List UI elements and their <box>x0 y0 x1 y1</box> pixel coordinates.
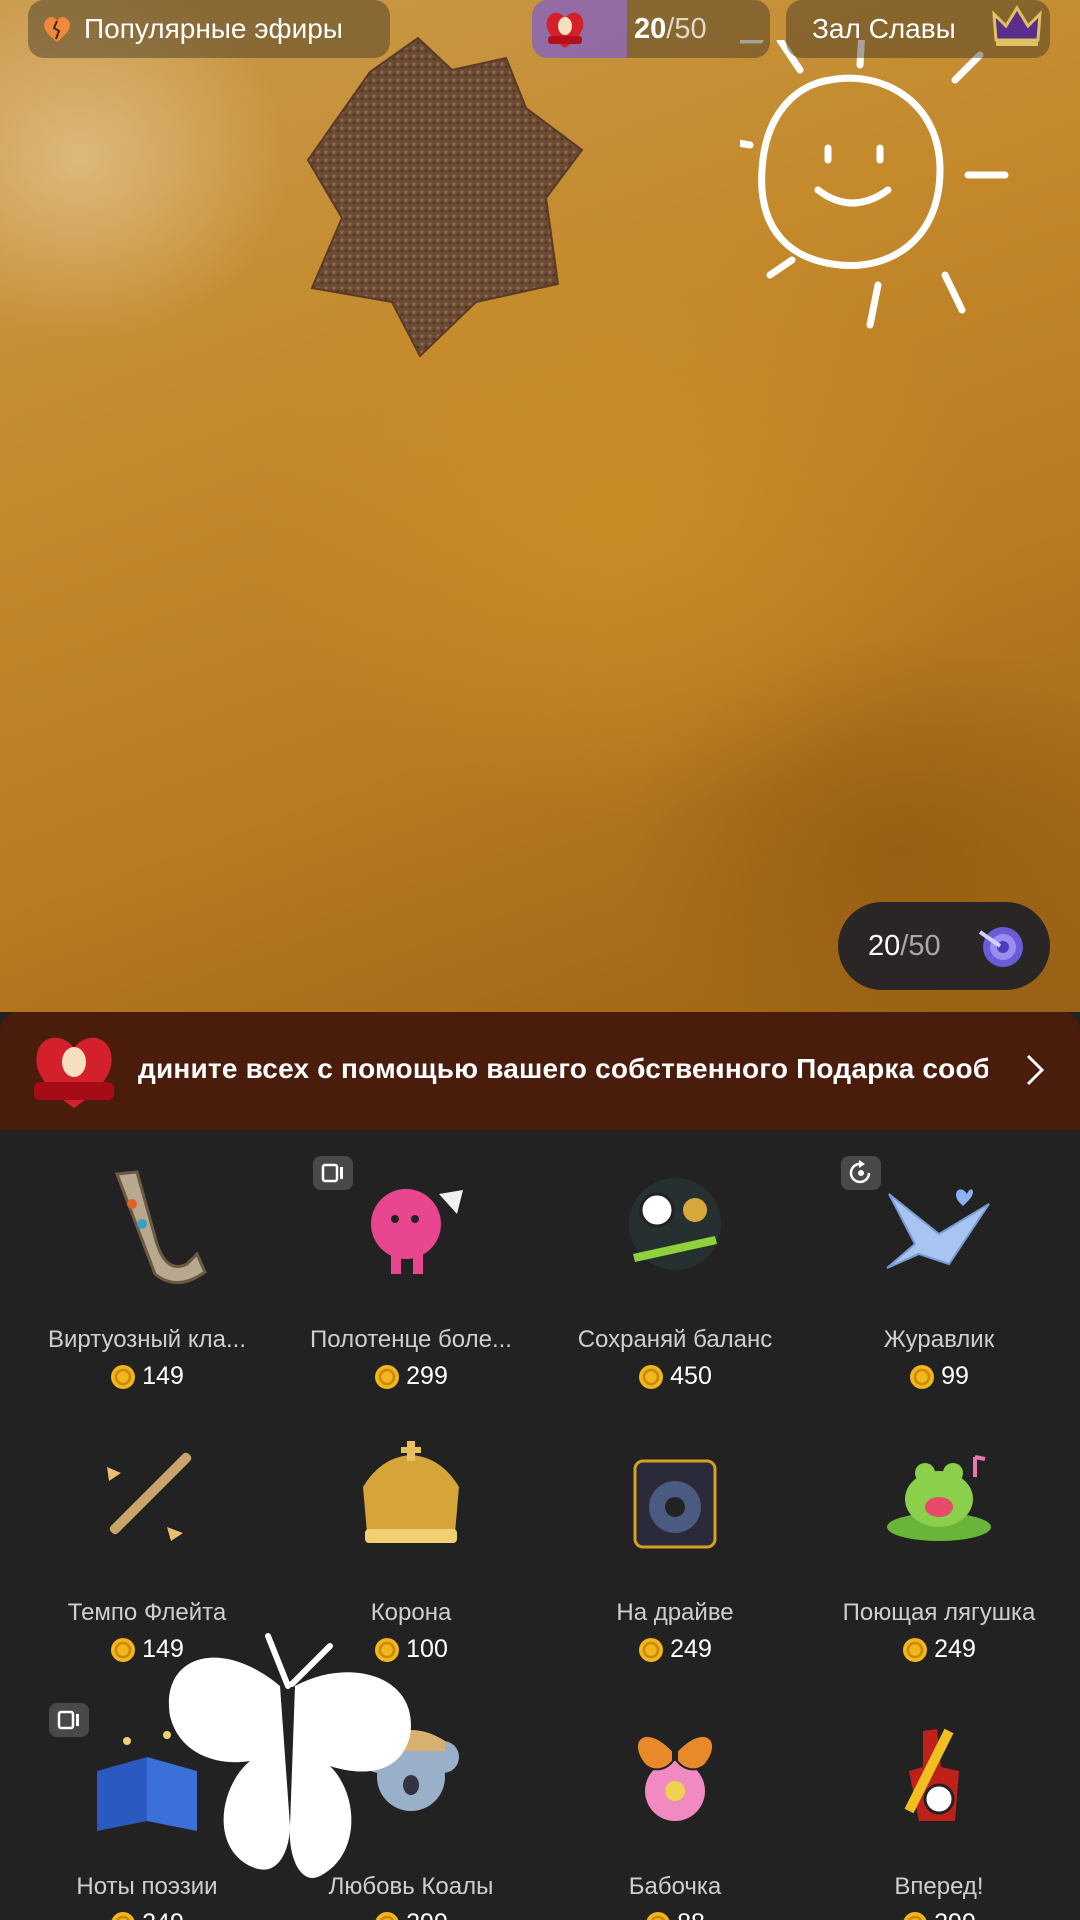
gift-name: Поющая лягушка <box>842 1599 1036 1626</box>
purple-crown-icon <box>992 5 1042 46</box>
banner-message: динитe всех с помощью вашего собственног… <box>138 1053 988 1084</box>
popular-lives-label: Популярные эфиры <box>84 13 343 44</box>
goal-widget[interactable]: 20/50 <box>838 902 1050 990</box>
gift-price: 99 <box>807 1362 1071 1391</box>
gift-item[interactable]: Поющая лягушка 249 <box>807 1403 1071 1663</box>
coin-icon <box>111 1911 135 1920</box>
gift-name: Журавлик <box>883 1326 995 1353</box>
coin-icon <box>639 1637 664 1662</box>
target-icon <box>978 927 1023 967</box>
flute-icon <box>107 1452 192 1541</box>
gift-item[interactable]: Бабочка 88 <box>543 1677 807 1920</box>
gift-item[interactable]: Журавлик 99 <box>807 1130 1071 1390</box>
live-video[interactable]: Популярные эфиры 20/50 Зал Славы 20/50 <box>0 0 1080 1012</box>
goal-count: 20/50 <box>634 13 707 46</box>
goal-count-value: 20 <box>634 12 667 45</box>
goal-count-total: /50 <box>666 12 707 45</box>
gift-name: Темпо Флейта <box>67 1599 227 1626</box>
gift-price: 249 <box>543 1635 807 1664</box>
coin-icon <box>903 1911 927 1920</box>
gift-price: 149 <box>15 1362 279 1391</box>
gift-name: Виртуозный кла... <box>48 1326 246 1353</box>
rye-cracker-image <box>306 36 584 358</box>
refresh-icon <box>841 1156 881 1190</box>
coin-icon <box>111 1637 136 1662</box>
coin-icon <box>903 1637 928 1662</box>
coin-icon <box>111 1364 136 1389</box>
video-icon <box>49 1703 89 1737</box>
gift-price-value: 149 <box>142 1362 184 1390</box>
gift-item[interactable]: Виртуозный кла... 149 <box>15 1130 279 1390</box>
gift-name: Корона <box>370 1599 452 1626</box>
makushka-logo <box>34 1037 114 1108</box>
video-icon <box>313 1156 353 1190</box>
goal-widget-total: /50 <box>900 929 941 962</box>
chevron-right-icon[interactable] <box>1024 1052 1046 1088</box>
sun-doodle <box>740 40 1009 329</box>
hall-of-fame-label: Зал Славы <box>812 13 956 44</box>
gift-item[interactable]: Сохраняй баланс 450 <box>543 1130 807 1390</box>
amplifier-icon <box>633 1459 717 1549</box>
crown-icon <box>363 1441 459 1543</box>
saxophone-icon <box>114 1170 207 1284</box>
promo-banner[interactable]: динитe всех с помощью вашего собственног… <box>0 1012 1080 1130</box>
gift-price-value: 299 <box>934 1909 976 1920</box>
gift-name: Вперед! <box>894 1873 984 1900</box>
broken-heart-icon <box>44 17 70 42</box>
coin-icon <box>639 1364 664 1389</box>
balance-ball-icon <box>629 1178 721 1270</box>
butterfly-flower-icon <box>635 1734 715 1821</box>
popular-lives-button[interactable]: Популярные эфиры <box>28 0 390 58</box>
gift-price-value: 249 <box>934 1635 976 1663</box>
gift-price: 88 <box>543 1909 807 1920</box>
pink-ball-towel-icon <box>371 1189 463 1274</box>
frog-icon <box>887 1455 991 1541</box>
gift-price: 249 <box>807 1635 1071 1664</box>
paper-crane-icon <box>886 1189 990 1269</box>
goal-widget-count: 20 <box>868 929 901 962</box>
gift-name: Бабочка <box>628 1873 722 1900</box>
goal-progress-button[interactable]: 20/50 <box>532 0 770 58</box>
gift-item[interactable]: На драйве 249 <box>543 1403 807 1663</box>
gift-price-value: 88 <box>677 1909 705 1920</box>
gift-name: На драйве <box>616 1599 734 1626</box>
gift-price-value: 299 <box>406 1362 448 1390</box>
hall-of-fame-button[interactable]: Зал Славы <box>786 0 1050 58</box>
coin-icon <box>375 1364 400 1389</box>
gift-name: Сохраняй баланс <box>577 1326 773 1353</box>
gift-price: 450 <box>543 1362 807 1391</box>
butterfly-doodle <box>168 1633 411 1878</box>
gift-name: Полотенце боле... <box>310 1326 512 1353</box>
gift-item[interactable]: Темпо Флейта 149 <box>15 1403 279 1663</box>
gift-item[interactable]: Вперед! 299 <box>807 1677 1071 1920</box>
gift-price-value: 99 <box>941 1362 969 1390</box>
makushka-avatar-icon <box>546 12 584 49</box>
gift-price: 299 <box>807 1909 1071 1920</box>
coin-icon <box>646 1911 670 1920</box>
gift-item[interactable]: Полотенце боле... 299 <box>279 1130 543 1390</box>
gift-price-value: 249 <box>670 1635 712 1663</box>
gift-item[interactable]: Корона 100 <box>279 1403 543 1663</box>
gift-price-value: 450 <box>670 1362 712 1390</box>
coin-icon <box>910 1364 935 1389</box>
gift-price: 299 <box>279 1362 543 1391</box>
foam-finger-icon <box>904 1728 959 1821</box>
